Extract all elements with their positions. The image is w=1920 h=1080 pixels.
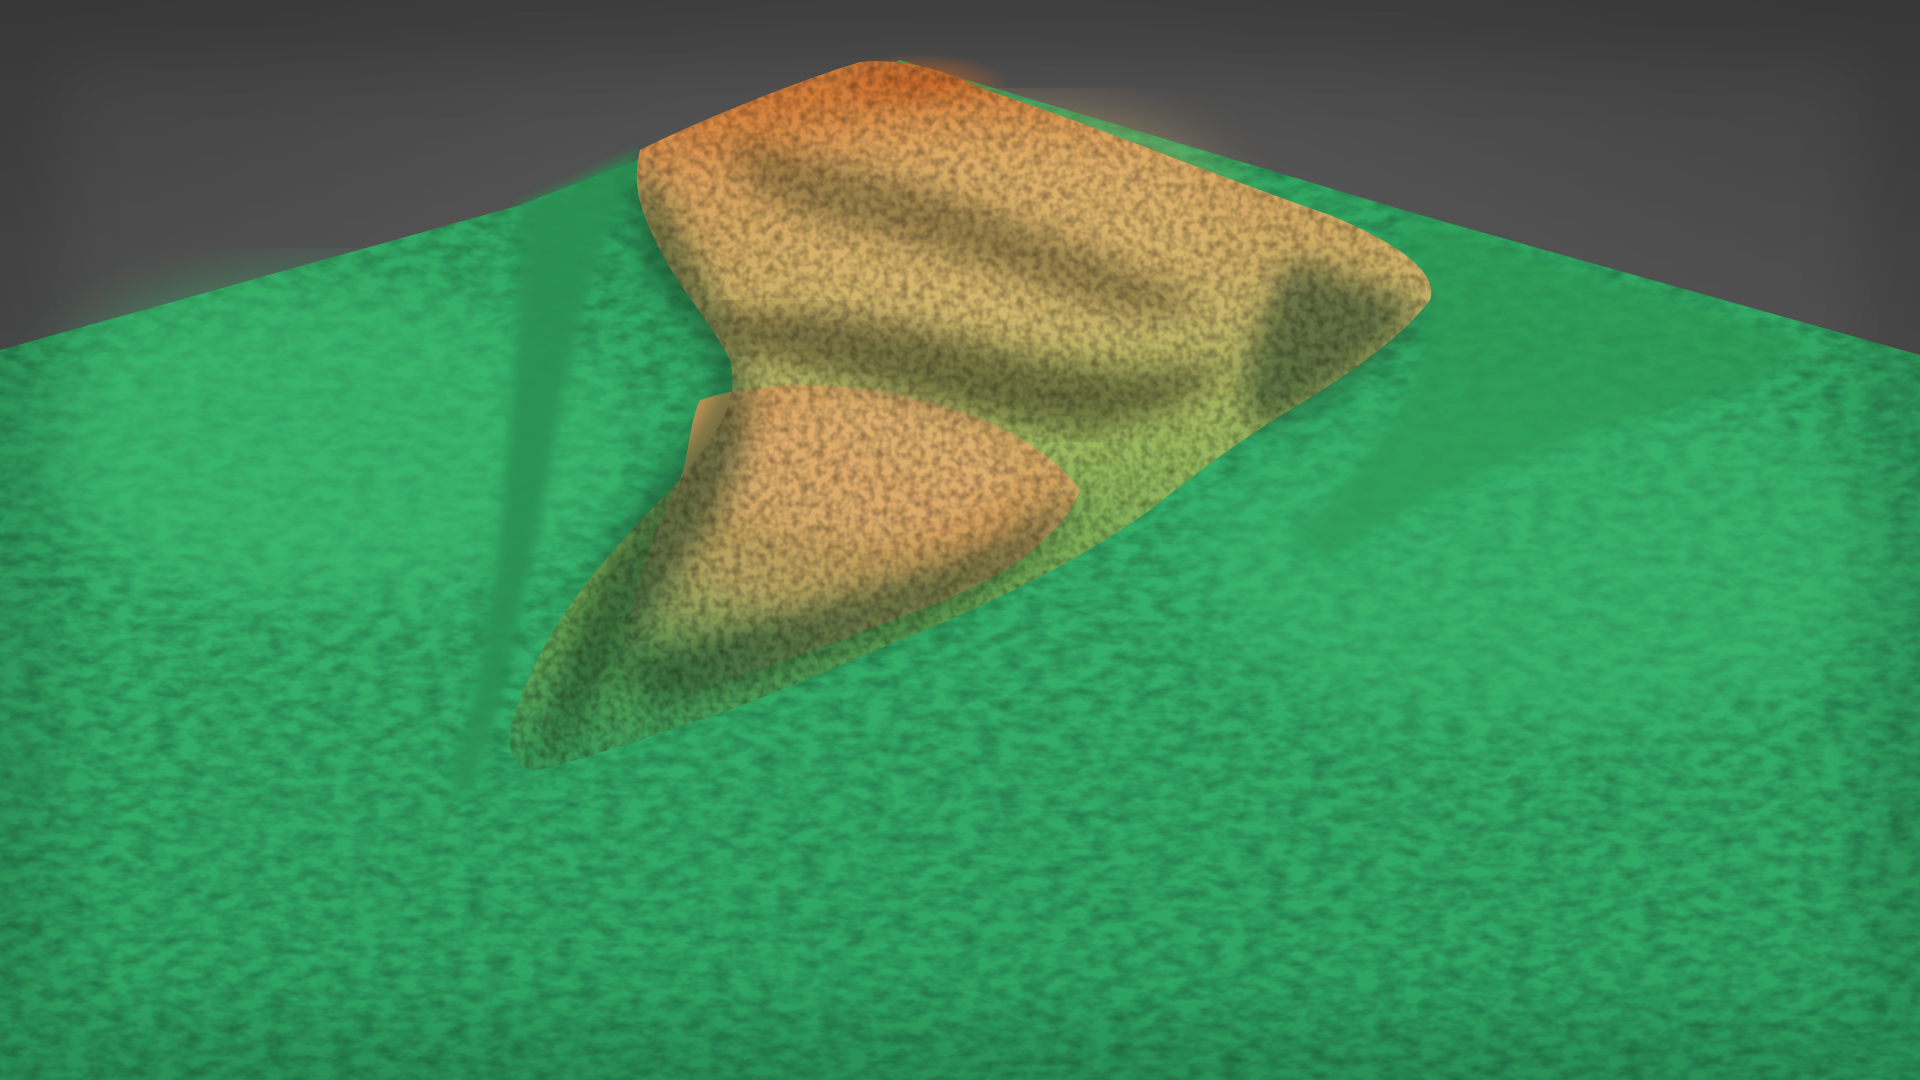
terrain-scene — [0, 0, 1920, 1080]
